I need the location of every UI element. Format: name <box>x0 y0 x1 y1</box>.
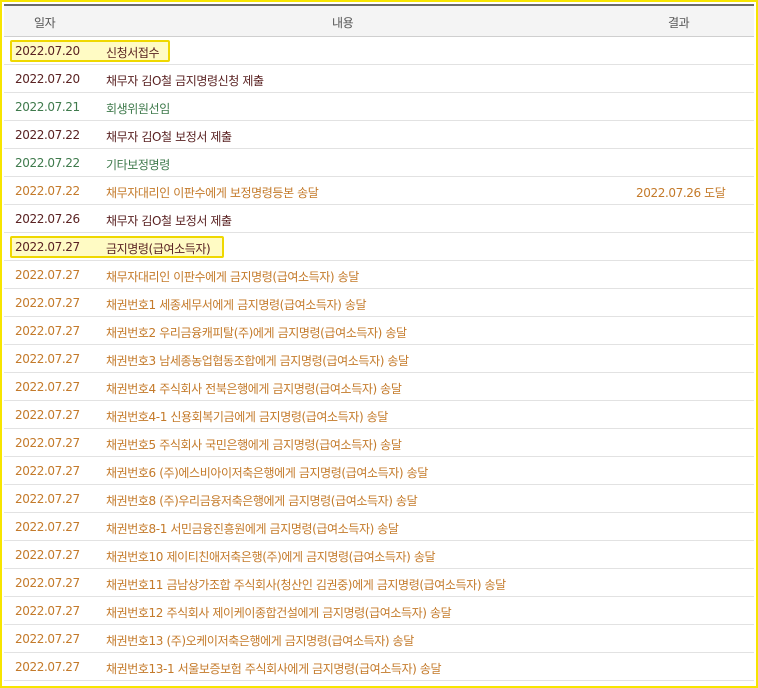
row-date: 2022.07.27 <box>15 464 80 478</box>
header-content: 내용 <box>332 16 354 30</box>
case-progress-table: 일자 내용 결과 2022.07.20 신청서접수 2022.07.20 채무자 김O… <box>4 4 754 681</box>
row-content: 채권번호8-1 서민금융진흥원에게 금지명령(급여소득자) 송달 <box>106 522 399 536</box>
table-row: 2022.07.27 채권번호8-1 서민금융진흥원에게 금지명령(급여소득자) … <box>4 513 754 541</box>
row-date: 2022.07.27 <box>15 492 80 506</box>
row-content: 채무자대리인 이판수에게 금지명령(급여소득자) 송달 <box>106 270 359 284</box>
row-content: 채무자 김O철 보정서 제출 <box>106 130 232 144</box>
table-row: 2022.07.20 신청서접수 <box>4 37 754 65</box>
header-result: 결과 <box>668 16 690 30</box>
table-row: 2022.07.22 채무자대리인 이판수에게 보정명령등본 송달 2022.07.… <box>4 177 754 205</box>
row-date: 2022.07.27 <box>15 408 80 422</box>
row-date: 2022.07.27 <box>15 632 80 646</box>
row-date: 2022.07.22 <box>15 156 80 170</box>
table-row: 2022.07.27 채권번호6 (주)에스비아이저축은행에게 금지명령(급여소득… <box>4 457 754 485</box>
row-date: 2022.07.27 <box>15 436 80 450</box>
row-content: 채권번호3 남세종농업협동조합에게 금지명령(급여소득자) 송달 <box>106 354 409 368</box>
row-date: 2022.07.27 <box>15 324 80 338</box>
header-date: 일자 <box>34 16 56 30</box>
row-content: 채권번호1 세종세무서에게 금지명령(급여소득자) 송달 <box>106 298 367 312</box>
table-row: 2022.07.27 채권번호4 주식회사 전북은행에게 금지명령(급여소득자) … <box>4 373 754 401</box>
table-row: 2022.07.27 채권번호4-1 신용회복기금에게 금지명령(급여소득자) 송… <box>4 401 754 429</box>
row-date: 2022.07.21 <box>15 100 80 114</box>
table-row: 2022.07.27 채무자대리인 이판수에게 금지명령(급여소득자) 송달 <box>4 261 754 289</box>
table-row: 2022.07.20 채무자 김O철 금지명령신청 제출 <box>4 65 754 93</box>
row-content: 채권번호4-1 신용회복기금에게 금지명령(급여소득자) 송달 <box>106 410 388 424</box>
row-content: 채권번호12 주식회사 제이케이종합건설에게 금지명령(급여소득자) 송달 <box>106 606 452 620</box>
row-content: 채무자대리인 이판수에게 보정명령등본 송달 <box>106 186 319 200</box>
row-content: 채권번호8 (주)우리금융저축은행에게 금지명령(급여소득자) 송달 <box>106 494 418 508</box>
table-body: 2022.07.20 신청서접수 2022.07.20 채무자 김O철 금지명령신청 … <box>4 37 754 681</box>
table-row: 2022.07.22 기타보정명령 <box>4 149 754 177</box>
table-row: 2022.07.27 채권번호13 (주)오케이저축은행에게 금지명령(급여소득자… <box>4 625 754 653</box>
row-date: 2022.07.20 <box>15 44 80 58</box>
row-date: 2022.07.27 <box>15 240 80 254</box>
row-result: 2022.07.26 도달 <box>636 186 726 200</box>
row-date: 2022.07.20 <box>15 72 80 86</box>
table-row: 2022.07.27 채권번호12 주식회사 제이케이종합건설에게 금지명령(급여… <box>4 597 754 625</box>
row-content: 신청서접수 <box>106 46 160 60</box>
table-row: 2022.07.27 채권번호2 우리금융캐피탈(주)에게 금지명령(급여소득자)… <box>4 317 754 345</box>
table-header: 일자 내용 결과 <box>4 6 754 37</box>
row-content: 채권번호10 제이티친애저축은행(주)에게 금지명령(급여소득자) 송달 <box>106 550 436 564</box>
row-content: 채무자 김O철 금지명령신청 제출 <box>106 74 264 88</box>
row-date: 2022.07.27 <box>15 548 80 562</box>
row-date: 2022.07.27 <box>15 604 80 618</box>
row-content: 금지명령(급여소득자) <box>106 242 211 256</box>
row-date: 2022.07.26 <box>15 212 80 226</box>
row-date: 2022.07.27 <box>15 296 80 310</box>
table-row: 2022.07.27 채권번호5 주식회사 국민은행에게 금지명령(급여소득자) … <box>4 429 754 457</box>
table-row: 2022.07.27 금지명령(급여소득자) <box>4 233 754 261</box>
row-content: 회생위원선임 <box>106 102 170 116</box>
row-date: 2022.07.27 <box>15 520 80 534</box>
table-row: 2022.07.27 채권번호8 (주)우리금융저축은행에게 금지명령(급여소득자… <box>4 485 754 513</box>
row-date: 2022.07.27 <box>15 576 80 590</box>
row-content: 채권번호13 (주)오케이저축은행에게 금지명령(급여소득자) 송달 <box>106 634 414 648</box>
table-row: 2022.07.22 채무자 김O철 보정서 제출 <box>4 121 754 149</box>
row-content: 채무자 김O철 보정서 제출 <box>106 214 232 228</box>
table-row: 2022.07.21 회생위원선임 <box>4 93 754 121</box>
table-row: 2022.07.27 채권번호1 세종세무서에게 금지명령(급여소득자) 송달 <box>4 289 754 317</box>
row-date: 2022.07.22 <box>15 128 80 142</box>
row-content: 채권번호6 (주)에스비아이저축은행에게 금지명령(급여소득자) 송달 <box>106 466 428 480</box>
row-date: 2022.07.22 <box>15 184 80 198</box>
row-content: 채권번호11 금남상가조합 주식회사(청산인 김권중)에게 금지명령(급여소득자… <box>106 578 506 592</box>
table-row: 2022.07.27 채권번호11 금남상가조합 주식회사(청산인 김권중)에게 … <box>4 569 754 597</box>
table-row: 2022.07.26 채무자 김O철 보정서 제출 <box>4 205 754 233</box>
row-date: 2022.07.27 <box>15 380 80 394</box>
row-content: 채권번호2 우리금융캐피탈(주)에게 금지명령(급여소득자) 송달 <box>106 326 407 340</box>
row-content: 채권번호5 주식회사 국민은행에게 금지명령(급여소득자) 송달 <box>106 438 402 452</box>
row-date: 2022.07.27 <box>15 660 80 674</box>
table-row: 2022.07.27 채권번호10 제이티친애저축은행(주)에게 금지명령(급여소… <box>4 541 754 569</box>
table-row: 2022.07.27 채권번호3 남세종농업협동조합에게 금지명령(급여소득자) … <box>4 345 754 373</box>
row-date: 2022.07.27 <box>15 268 80 282</box>
row-content: 기타보정명령 <box>106 158 170 172</box>
row-content: 채권번호4 주식회사 전북은행에게 금지명령(급여소득자) 송달 <box>106 382 402 396</box>
table-row: 2022.07.27 채권번호13-1 서울보증보험 주식회사에게 금지명령(급여… <box>4 653 754 681</box>
row-content: 채권번호13-1 서울보증보험 주식회사에게 금지명령(급여소득자) 송달 <box>106 662 442 676</box>
row-date: 2022.07.27 <box>15 352 80 366</box>
